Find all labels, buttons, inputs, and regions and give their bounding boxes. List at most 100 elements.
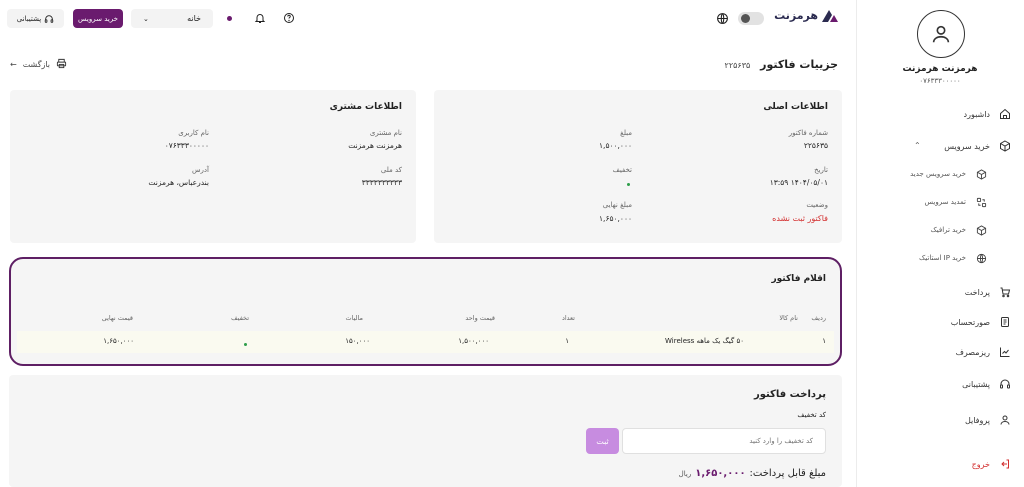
items-title: اقلام فاکتور [771,274,826,284]
main-content: هرمزنت خانه ⌄ خرید سرویس پشتیبانی جزییات… [0,0,856,487]
chevron-down-icon: ⌄ [143,14,149,23]
sidebar-item-buy-service[interactable]: خرید سرویس ⌃ [856,136,1024,156]
sidebar-item-label: خرید ترافیک [930,226,966,234]
discount-dot [244,343,247,346]
box-icon [974,167,988,181]
support-label: پشتیبانی [16,14,42,23]
buy-service-button[interactable]: خرید سرویس [73,9,123,28]
sidebar-item-label: صورتحساب [950,317,990,327]
sidebar-item-label: خروج [971,459,990,469]
sidebar-item-label: پشتیبانی [962,379,990,389]
language-button[interactable] [714,10,730,26]
chevron-up-icon[interactable]: ⌃ [914,141,921,150]
notifications-button[interactable] [252,10,268,26]
cart-icon [998,285,1012,299]
payment-title: پرداخت فاکتور [753,389,826,400]
page-title-text: جزییات فاکتور [760,58,838,71]
sidebar-item-logout[interactable]: خروج [856,454,1024,474]
username-label: نام کاربری [178,129,209,137]
date-label: تاریخ [814,166,828,174]
sidebar-item-label: خرید سرویس [944,141,990,151]
logo-icon [822,9,838,22]
sidebar: هرمزنت هرمزنت ۰۷۶۳۳۳۰۰۰۰۰ داشبورد خرید س… [856,0,1024,487]
sidebar-item-label: خرید IP استاتیک [919,254,966,262]
discount-label: تخفیف [612,166,632,174]
main-info-card: اطلاعات اصلی شماره فاکتور ۲۲۵۶۳۵ مبلغ ۱,… [434,90,842,243]
address-value: بندرعباس، هرمزنت [148,178,209,187]
sidebar-item-profile[interactable]: پروفایل [856,410,1024,430]
renew-icon [974,195,988,209]
sidebar-item-support[interactable]: پشتیبانی [856,374,1024,394]
invoice-items-card: اقلام فاکتور ردیف نام کالا تعداد قیمت وا… [9,257,842,366]
discount-code-input[interactable] [622,428,826,454]
invoice-no-label: شماره فاکتور [788,129,828,137]
user-phone: ۰۷۶۳۳۳۰۰۰۰۰ [919,77,961,85]
invoice-no-value: ۲۲۵۶۳۵ [803,141,828,150]
back-label: بازگشت [22,60,51,69]
sidebar-item-renew-service[interactable]: تمدید سرویس [856,192,1024,212]
payable-amount: مبلغ قابل پرداخت: ۱,۶۵۰,۰۰۰ ریال [679,468,826,479]
amount-label: مبلغ [620,129,632,137]
cell-unit-price: ۱,۵۰۰,۰۰۰ [458,337,489,345]
customer-info-card: اطلاعات مشتری نام مشتری هرمزنت هرمزنت نا… [10,90,416,243]
arrow-left-icon: ← [10,60,17,69]
user-icon [932,25,950,43]
sidebar-item-buy-traffic[interactable]: خرید ترافیک [856,220,1024,240]
box-icon [974,223,988,237]
box-icon [998,139,1012,153]
avatar[interactable] [917,10,965,58]
amount-value: ۱,۵۰۰,۰۰۰ [599,141,632,150]
table-header-final-price: قیمت نهایی [101,314,133,322]
discount-dot [627,183,630,186]
sidebar-item-payment[interactable]: پرداخت [856,282,1024,302]
sidebar-item-buy-new-service[interactable]: خرید سرویس جدید [856,164,1024,184]
status-value: فاکتور ثبت نشده [772,214,828,223]
table-header-unit-price: قیمت واحد [465,314,495,322]
logout-icon [998,457,1012,471]
support-button[interactable]: پشتیبانی [7,9,64,28]
top-bar: هرمزنت خانه ⌄ خرید سرویس پشتیبانی [0,0,856,38]
toggle-knob [741,14,750,23]
address-label: آدرس [192,166,209,174]
status-dot [227,16,232,21]
theme-toggle[interactable] [738,12,764,25]
home-select[interactable]: خانه ⌄ [131,9,213,28]
sidebar-item-dashboard[interactable]: داشبورد [856,104,1024,124]
page-title: جزییات فاکتور ۲۲۵۶۳۵ [725,58,838,71]
user-icon [998,413,1012,427]
home-select-value: خانه [187,14,201,23]
help-button[interactable] [281,10,297,26]
cell-qty: ۱ [565,337,569,345]
sidebar-item-usage[interactable]: ریزمصرف [856,342,1024,362]
sidebar-item-buy-static-ip[interactable]: خرید IP استاتیک [856,248,1024,268]
back-button[interactable]: بازگشت ← [10,58,67,71]
discount-value [627,179,630,188]
status-label: وضعیت [806,201,828,209]
table-header-discount: تخفیف [231,314,249,322]
discount-code-label: کد تخفیف [797,411,826,419]
payment-card: پرداخت فاکتور کد تخفیف ثبت مبلغ قابل پرد… [9,375,842,487]
logo[interactable]: هرمزنت [774,9,838,22]
table-header-qty: تعداد [561,314,575,322]
bell-icon [254,14,266,23]
user-name: هرمزنت هرمزنت [902,64,978,74]
national-id-label: کد ملی [380,166,402,174]
headset-icon [45,14,54,23]
cell-row-no: ۱ [822,337,826,345]
invoice-icon [998,315,1012,329]
globe-icon [974,251,988,265]
customer-info-title: اطلاعات مشتری [329,102,402,112]
table-header-tax: مالیات [345,314,363,322]
date-value: ۱۴۰۴/۰۵/۰۱ ۱۳:۵۹ [769,178,828,187]
sidebar-item-invoices[interactable]: صورتحساب [856,312,1024,332]
final-amount-label: مبلغ نهایی [602,201,632,209]
customer-name-label: نام مشتری [369,129,402,137]
customer-name-value: هرمزنت هرمزنت [348,141,402,150]
invoice-number: ۲۲۵۶۳۵ [724,61,751,70]
print-icon[interactable] [56,58,67,71]
sidebar-item-label: داشبورد [963,109,990,119]
submit-discount-button[interactable]: ثبت [586,428,619,454]
table-header-row-no: ردیف [811,314,826,322]
sidebar-item-label: پروفایل [964,415,990,425]
chart-icon [998,345,1012,359]
